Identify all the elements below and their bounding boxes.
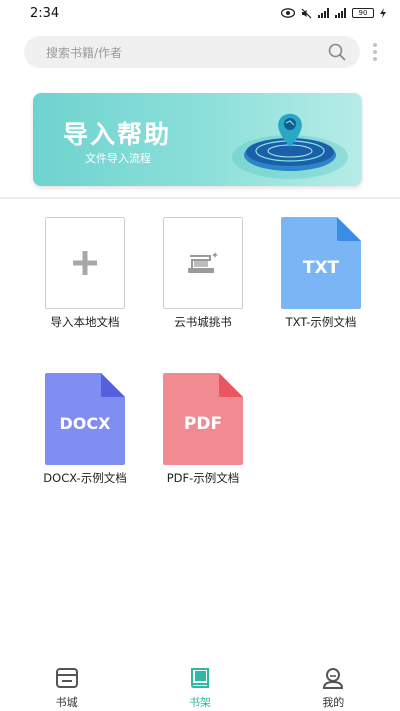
- import-local-tile[interactable]: 导入本地文档: [45, 217, 125, 329]
- profile-icon: [323, 668, 344, 689]
- battery-icon: 90: [352, 8, 374, 18]
- txt-document-icon[interactable]: TXT: [281, 217, 361, 309]
- doc-fold: [219, 373, 243, 397]
- status-bar: 2:34 90: [0, 0, 400, 26]
- pdf-sample-tile[interactable]: PDF PDF-示例文档: [163, 373, 243, 485]
- nav-label: 书城: [55, 696, 78, 709]
- nav-item-bookshelf[interactable]: 书架: [133, 660, 266, 711]
- charging-icon: [380, 8, 386, 18]
- search-placeholder: 搜索书籍/作者: [46, 45, 123, 60]
- pdf-document-icon[interactable]: PDF: [163, 373, 243, 465]
- nav-label: 书架: [188, 696, 211, 709]
- status-icons: 90: [281, 8, 386, 19]
- cloud-store-tile[interactable]: 云书城挑书: [163, 217, 243, 329]
- doc-badge: DOCX: [60, 414, 112, 433]
- search-row: 搜索书籍/作者: [0, 36, 400, 70]
- nav-item-profile[interactable]: 我的: [267, 660, 400, 711]
- docx-document-icon[interactable]: DOCX: [45, 373, 125, 465]
- doc-fold: [101, 373, 125, 397]
- import-local-box[interactable]: [45, 217, 125, 309]
- tile-label: PDF-示例文档: [166, 471, 240, 485]
- docx-sample-tile[interactable]: DOCX DOCX-示例文档: [43, 373, 127, 485]
- tile-label: 导入本地文档: [50, 315, 120, 329]
- eye-icon: [281, 8, 295, 18]
- battery-level: 90: [358, 8, 368, 17]
- banner-subtitle: 文件导入流程: [85, 152, 151, 165]
- status-time: 2:34: [30, 5, 60, 21]
- tile-label: DOCX-示例文档: [43, 471, 127, 485]
- mute-icon: [301, 8, 312, 18]
- import-help-banner[interactable]: 导入帮助 文件导入流程: [33, 93, 362, 186]
- doc-fold: [337, 217, 361, 241]
- tile-label: TXT-示例文档: [285, 315, 357, 329]
- doc-badge: PDF: [184, 414, 222, 434]
- section-divider: [0, 197, 400, 199]
- search-icon[interactable]: [328, 43, 346, 61]
- nav-item-store[interactable]: 书城: [0, 660, 133, 711]
- search-input[interactable]: 搜索书籍/作者: [24, 36, 360, 68]
- bookshelf-icon: [190, 668, 209, 688]
- signal-icon: [318, 8, 329, 18]
- book-stand-icon: [188, 252, 218, 273]
- more-menu-icon[interactable]: [372, 43, 378, 61]
- plus-icon: [73, 251, 97, 275]
- txt-sample-tile[interactable]: TXT TXT-示例文档: [281, 217, 361, 329]
- doc-badge: TXT: [303, 258, 340, 278]
- banner-title: 导入帮助: [63, 120, 172, 149]
- signal-icon-2: [335, 8, 346, 18]
- store-icon: [55, 668, 78, 688]
- tile-label: 云书城挑书: [174, 315, 232, 329]
- cloud-store-box[interactable]: [163, 217, 243, 309]
- location-pin-illustration: [232, 113, 348, 179]
- bottom-nav: 书城 书架 我的: [0, 660, 400, 711]
- nav-label: 我的: [322, 696, 345, 709]
